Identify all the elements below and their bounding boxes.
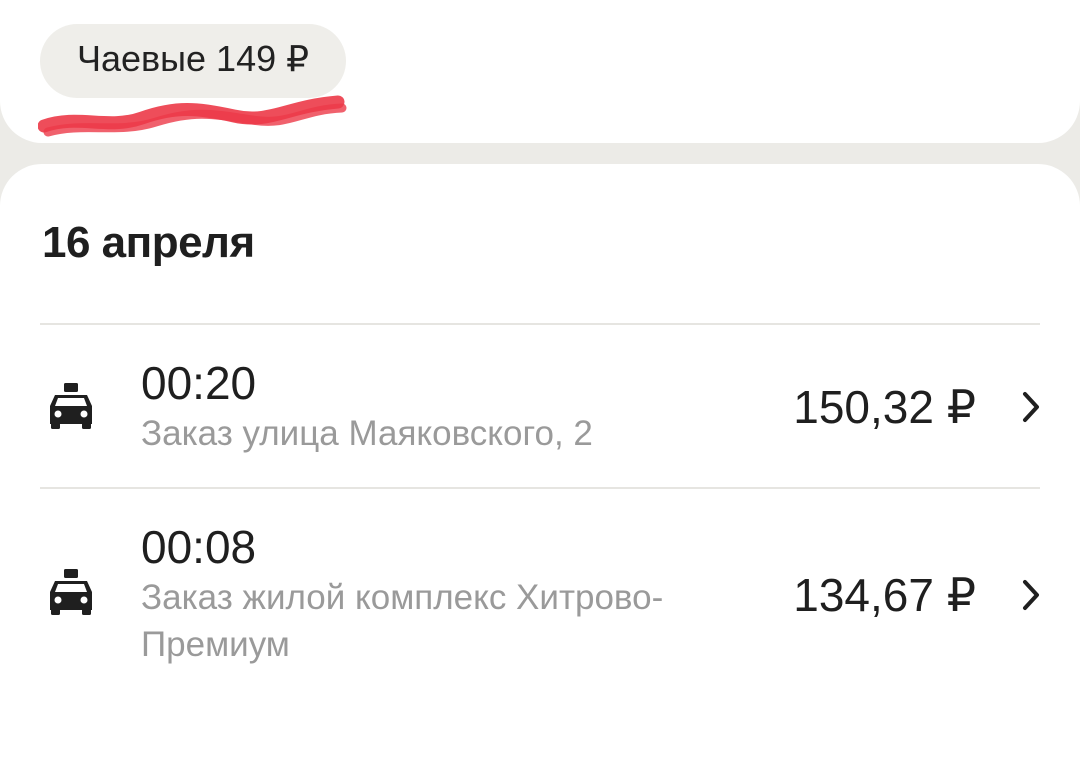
tips-label: Чаевые 149 ₽ (76, 38, 310, 79)
ride-address: Заказ улица Маяковского, 2 (141, 414, 593, 453)
ride-time: 00:20 (141, 357, 257, 409)
ride-row[interactable]: 00:20 Заказ улица Маяковского, 2 150,32 … (0, 324, 1080, 486)
date-heading: 16 апреля (42, 218, 255, 267)
chevron-right-icon[interactable] (1020, 578, 1044, 612)
ride-price: 134,67 ₽ (793, 569, 976, 621)
ride-time: 00:08 (141, 521, 257, 573)
taxi-icon (50, 383, 92, 429)
red-underline-mark (38, 95, 347, 137)
ride-row[interactable]: 00:08 Заказ жилой комплекс Хитрово-Преми… (0, 488, 1080, 700)
ride-price: 150,32 ₽ (793, 381, 976, 433)
ride-address: Заказ жилой комплекс Хитрово-Премиум (141, 578, 664, 664)
chevron-right-icon[interactable] (1020, 390, 1044, 424)
tips-chip[interactable]: Чаевые 149 ₽ (40, 24, 346, 98)
taxi-icon (50, 569, 92, 615)
